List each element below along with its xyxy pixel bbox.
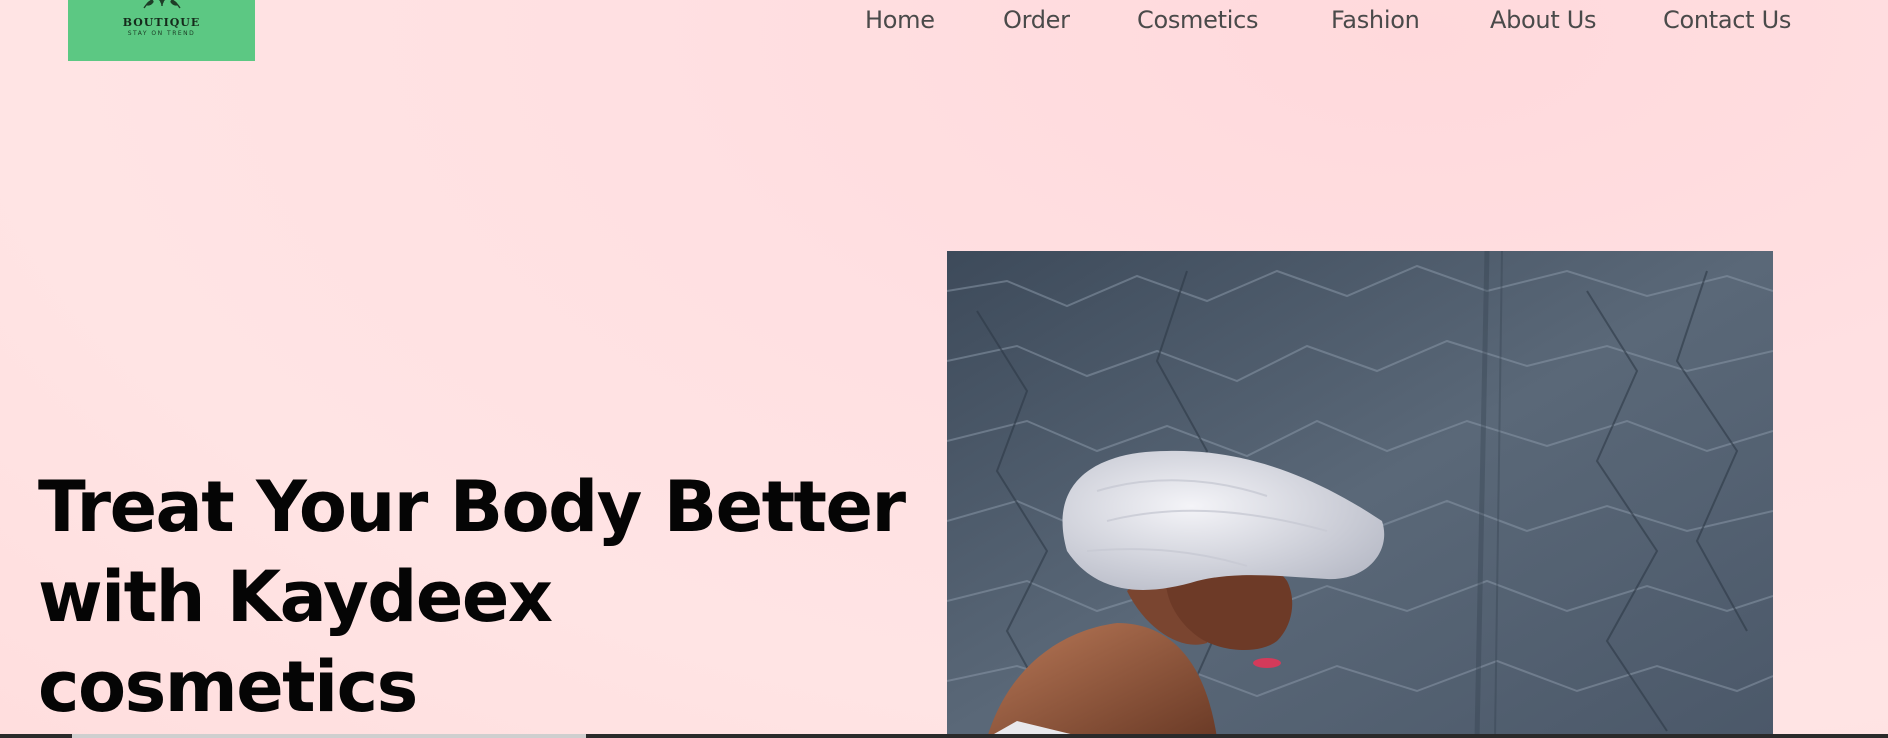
nav-contact-us[interactable]: Contact Us — [1663, 6, 1791, 34]
hero-title-line-3: cosmetics — [38, 646, 418, 728]
hero-title-line-1: Treat Your Body Better — [38, 466, 906, 548]
hero-title: Treat Your Body Better with Kaydeex cosm… — [38, 462, 938, 732]
main-nav: Home Order Cosmetics Fashion About Us Co… — [0, 0, 1888, 40]
nav-order[interactable]: Order — [1003, 6, 1070, 34]
nav-fashion[interactable]: Fashion — [1331, 6, 1420, 34]
nav-cosmetics[interactable]: Cosmetics — [1137, 6, 1258, 34]
hero-image — [947, 251, 1773, 738]
nav-home[interactable]: Home — [865, 6, 935, 34]
bottom-edge-bar-highlight — [72, 734, 586, 738]
woman-in-towel-photo — [947, 251, 1773, 738]
hero-title-line-2: with Kaydeex — [38, 556, 553, 638]
nav-about-us[interactable]: About Us — [1490, 6, 1597, 34]
